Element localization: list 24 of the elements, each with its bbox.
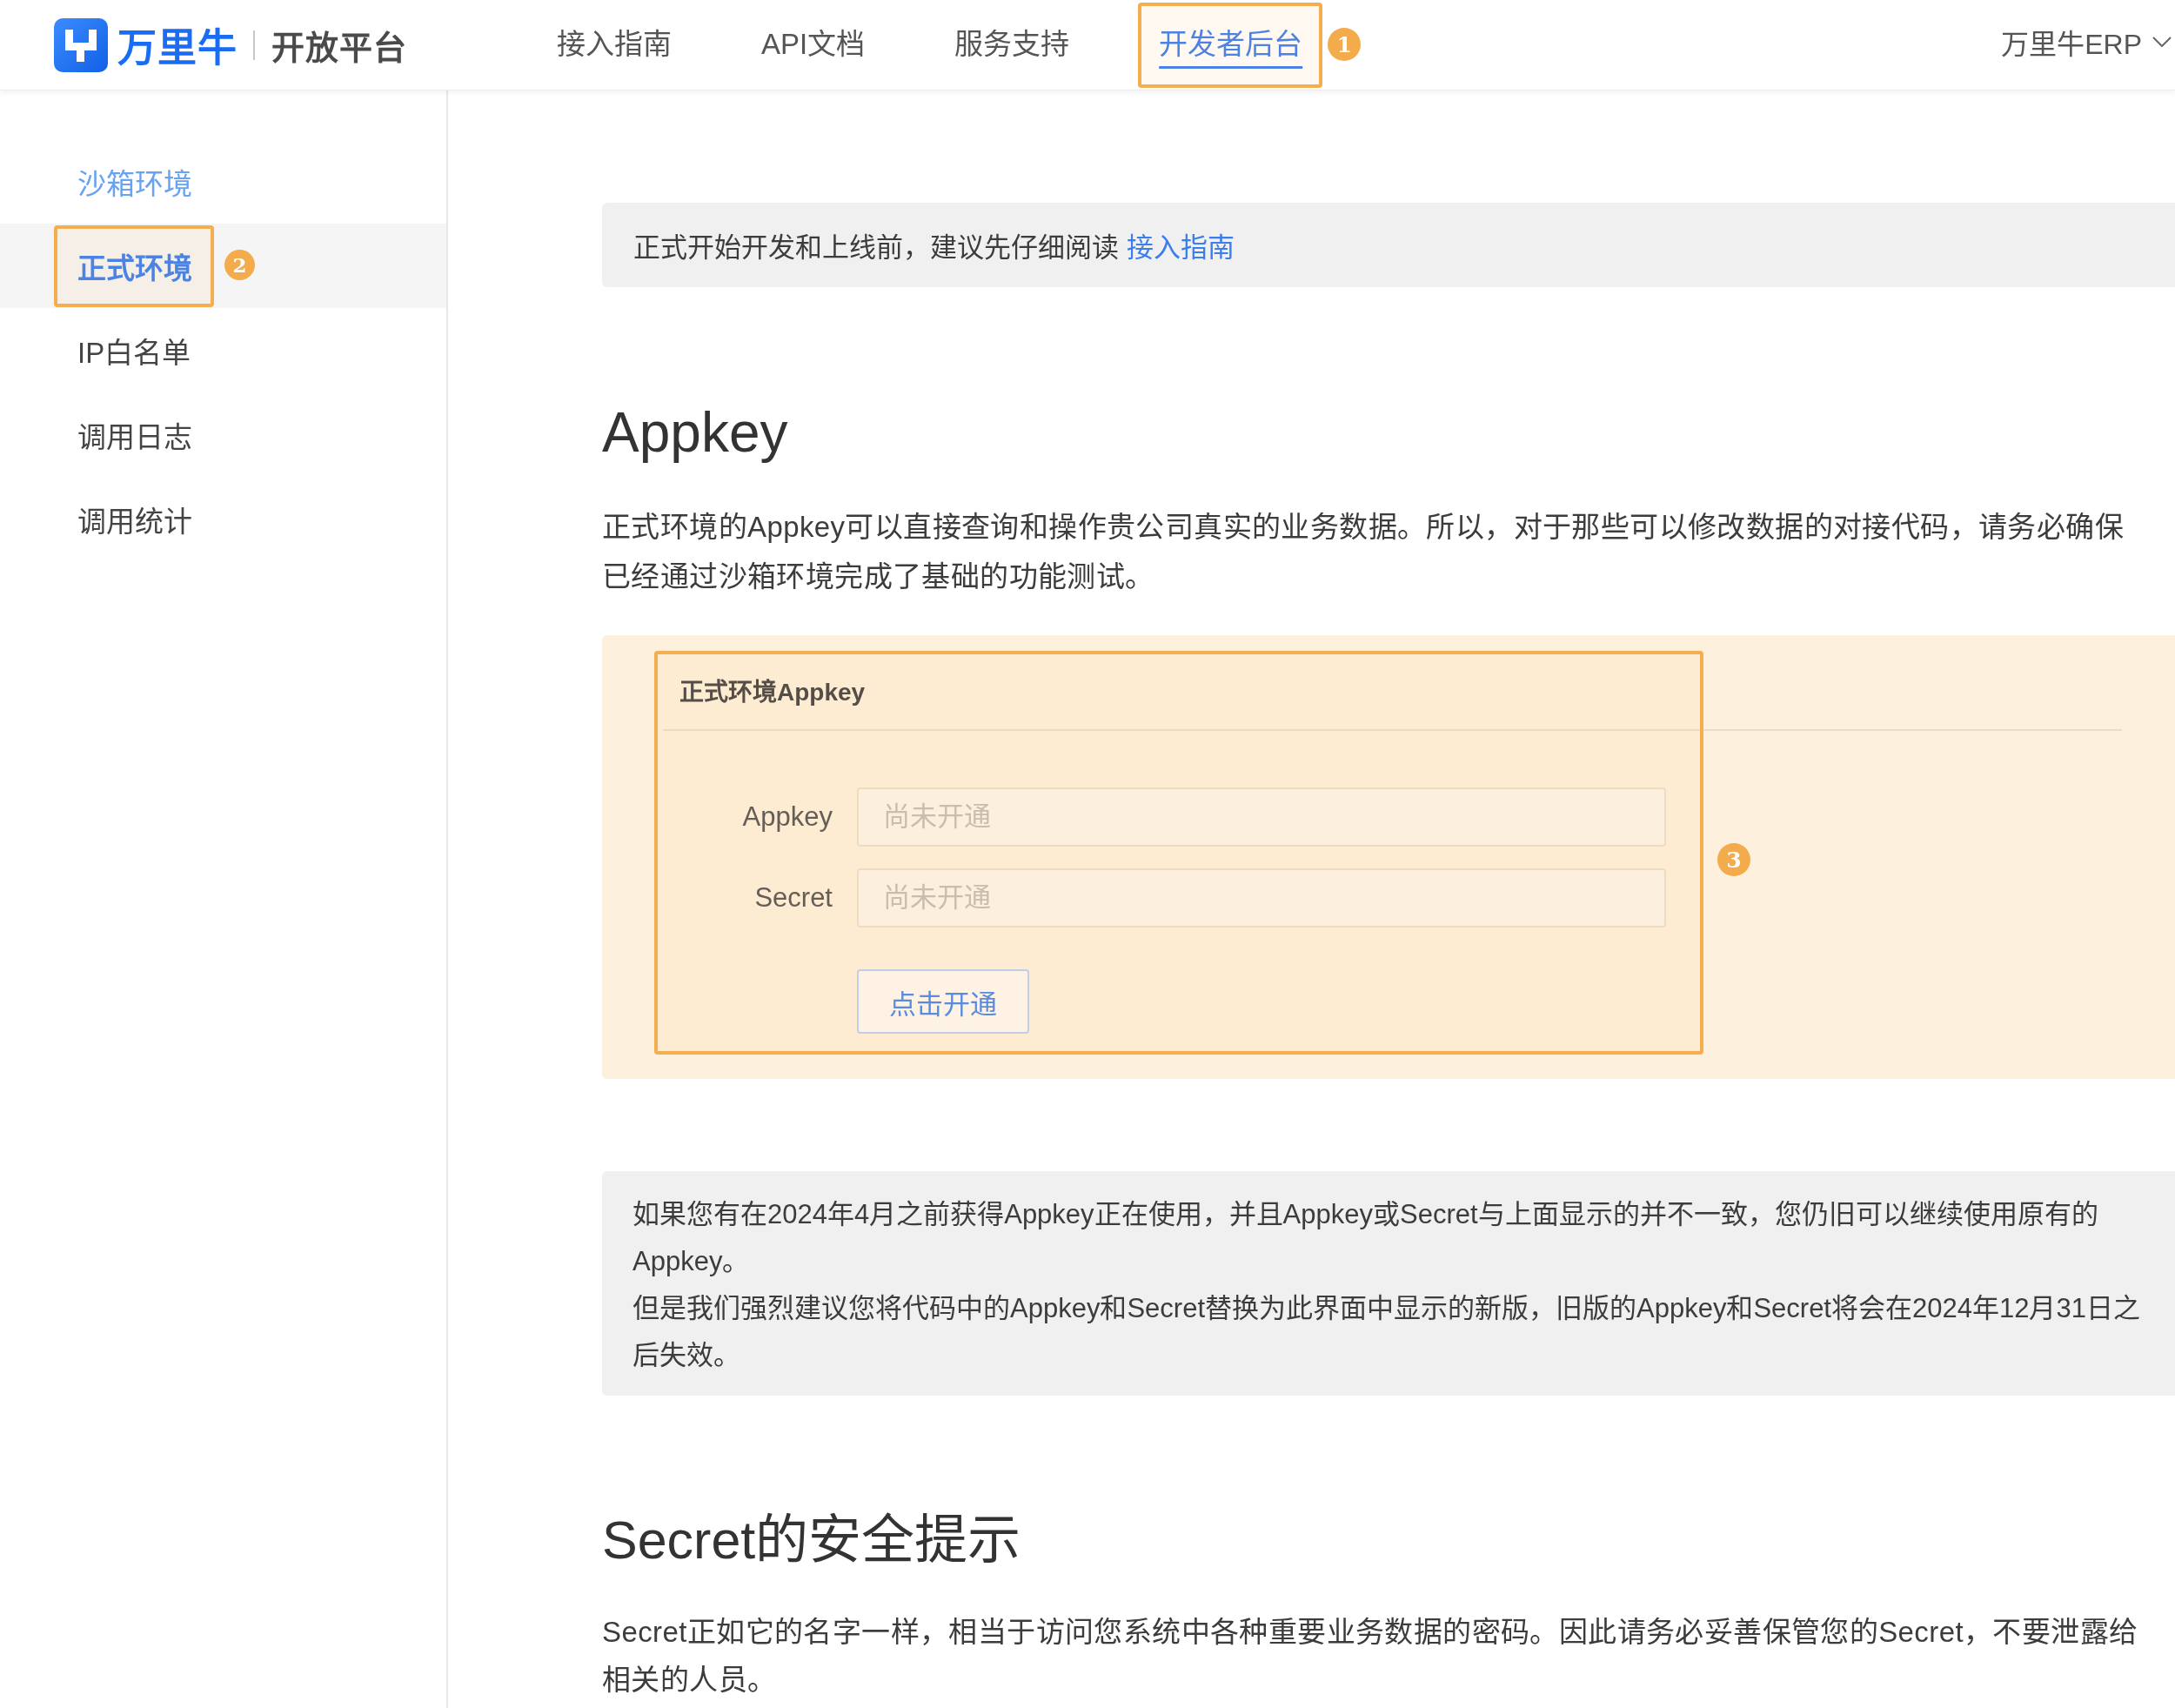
notice-text: 正式开始开发和上线前，建议先仔细阅读 接入指南 — [633, 231, 1235, 265]
nav-tab[interactable]: 服务支持 — [954, 0, 1070, 90]
section-heading: Appkey — [602, 400, 789, 466]
sidebar-item[interactable]: 调用统计 — [0, 477, 446, 561]
logo-wordmark: 万里牛 — [117, 25, 238, 72]
field-label: Secret — [753, 882, 833, 914]
nav-tab[interactable]: 接入指南 — [557, 0, 672, 90]
step-badge: 3 — [1717, 843, 1750, 876]
chevron-down-icon[interactable] — [2152, 36, 2172, 47]
notice-text: 如果您有在2024年4月之前获得Appkey正在使用，并且Appkey或Secret与上面显示的并不一致，您仍旧可以继续使用原有的Appkey。 — [632, 1198, 2099, 1278]
notice-text: 但是我们强烈建议您将代码中的Appkey和Secret替换为此界面中显示的新版，旧版的Appkey和Secret将会在2024年12月31日之后失效。 — [632, 1292, 2141, 1372]
paragraph: 正式环境的Appkey可以直接查询和操作贵公司真实的业务数据。所以，对于那些可以修改数据的对接代码，请务必确保 已经通过沙箱环境完成了基础的功能测试。 — [602, 510, 2125, 594]
paragraph: Secret正如它的名字一样，相当于访问您系统中各种重要业务数据的密码。因此请务必妥善保管您的Secret，不要泄露给 相关的人员。 — [602, 1615, 2139, 1698]
field-label: Appkey — [741, 801, 833, 833]
sidebar-item[interactable]: IP白名单 — [0, 308, 446, 392]
nav-tab[interactable]: API文档 — [761, 0, 866, 90]
nav-tab[interactable]: 开发者后台 — [1159, 0, 1303, 90]
card-title: 正式环境Appkey — [679, 678, 866, 707]
product-name: 开放平台 — [271, 29, 407, 68]
step-badge: 1 — [1328, 28, 1362, 61]
section-heading: Secret的安全提示 — [602, 1510, 1022, 1571]
account-menu[interactable]: 万里牛ERP — [2001, 21, 2142, 62]
logo-icon — [54, 17, 108, 72]
sidebar-item[interactable]: 调用日志 — [0, 392, 446, 477]
